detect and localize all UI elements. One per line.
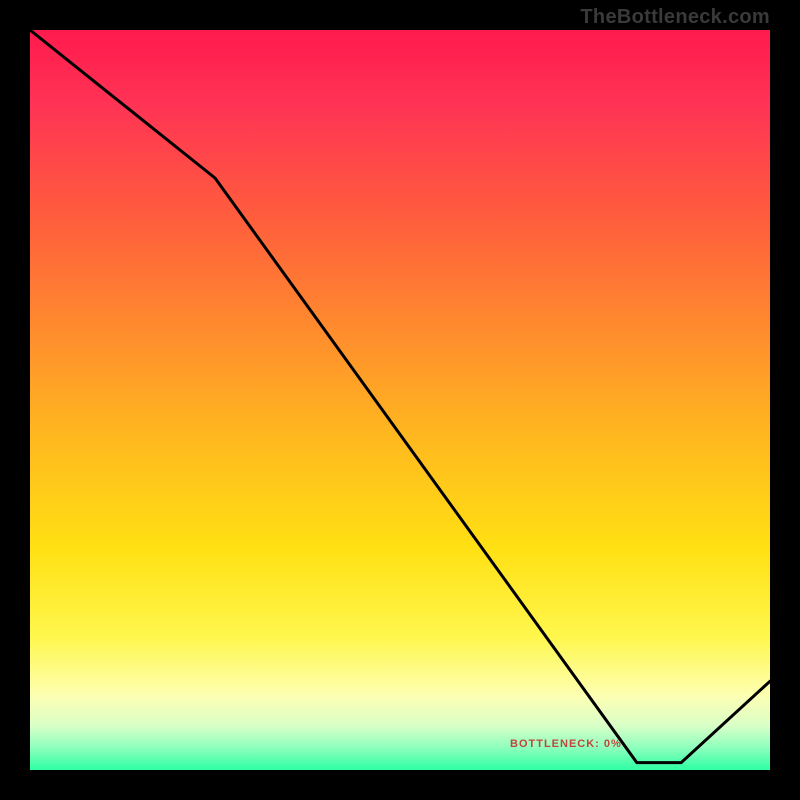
attribution-text: TheBottleneck.com	[580, 6, 770, 29]
bottleneck-line	[30, 30, 770, 770]
plot-area: BOTTLENECK: 0%	[30, 30, 770, 770]
chart-frame: TheBottleneck.com BOTTLENECK: 0%	[0, 0, 800, 800]
bottleneck-zero-label: BOTTLENECK: 0%	[510, 738, 622, 750]
